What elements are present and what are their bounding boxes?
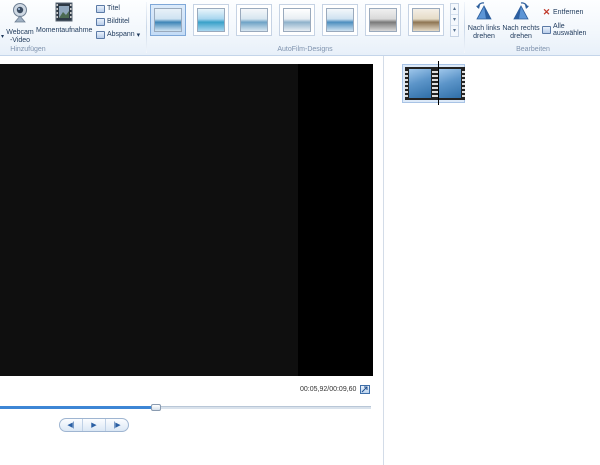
- theme-thumbnail-1[interactable]: [150, 4, 186, 36]
- credits-label: Abspann: [107, 31, 135, 38]
- theme-thumbnail-7[interactable]: [408, 4, 444, 36]
- previous-frame-button[interactable]: ◀|: [60, 419, 83, 431]
- group-separator: [464, 2, 465, 53]
- remove-button[interactable]: ✕ Entfernen: [542, 7, 584, 18]
- clip-frame: [435, 67, 465, 100]
- webcam-video-button[interactable]: Webcam -Video: [4, 2, 36, 45]
- preview-frame: [0, 64, 298, 376]
- storyboard-pane[interactable]: [384, 57, 600, 465]
- theme-thumbnail-5[interactable]: [322, 4, 358, 36]
- gallery-more[interactable]: ▾: [451, 26, 458, 37]
- webcam-dropdown-arrow[interactable]: ▾: [1, 33, 4, 40]
- rotate-right-label-2: drehen: [510, 33, 532, 40]
- select-all-label: Alle auswählen: [552, 22, 587, 37]
- video-clip[interactable]: [402, 64, 465, 103]
- group-label-add: Hinzufügen: [10, 46, 46, 53]
- title-icon: [96, 4, 105, 13]
- theme-thumbnail-3[interactable]: [236, 4, 272, 36]
- preview-monitor[interactable]: [0, 64, 373, 376]
- seek-bar[interactable]: [0, 404, 371, 411]
- credits-dropdown-arrow[interactable]: ▾: [137, 31, 141, 39]
- clip-frame: [405, 67, 435, 100]
- play-button[interactable]: ▶: [83, 419, 106, 431]
- theme-preview-image: [240, 8, 268, 32]
- rotate-right-icon: [513, 2, 529, 20]
- seek-progress: [0, 406, 156, 409]
- title-button[interactable]: Titel: [96, 3, 120, 14]
- time-display: 00:05,92/00:09,60: [300, 386, 357, 393]
- caption-button[interactable]: Bildtitel: [96, 16, 130, 27]
- rotate-right-button[interactable]: Nach rechts drehen: [502, 2, 540, 41]
- group-label-edit: Bearbeiten: [516, 46, 550, 53]
- webcam-icon: [13, 3, 27, 23]
- fullscreen-icon: [361, 386, 368, 393]
- title-label: Titel: [107, 5, 120, 12]
- remove-label: Entfernen: [553, 9, 584, 16]
- gallery-scrollbar[interactable]: ▴ ▾ ▾: [450, 3, 459, 37]
- group-label-themes: AutoFilm-Designs: [277, 46, 333, 53]
- theme-preview-image: [412, 8, 440, 32]
- webcam-label-1: Webcam: [6, 29, 34, 36]
- theme-thumbnail-2[interactable]: [193, 4, 229, 36]
- theme-preview-image: [283, 8, 311, 32]
- playback-controls: ◀| ▶ |▶: [59, 418, 129, 432]
- snapshot-label: Momentaufnahme: [36, 27, 93, 34]
- caption-label: Bildtitel: [107, 18, 130, 25]
- webcam-label-2: -Video: [9, 37, 31, 44]
- credits-icon: [96, 30, 105, 39]
- credits-button[interactable]: Abspann ▾: [96, 29, 140, 40]
- snapshot-button[interactable]: Momentaufnahme: [36, 2, 92, 35]
- rotate-left-icon: [476, 2, 492, 20]
- theme-preview-image: [197, 8, 225, 32]
- rotate-left-label-2: drehen: [473, 33, 495, 40]
- theme-preview-image: [154, 8, 182, 32]
- select-all-icon: [542, 25, 551, 34]
- snapshot-icon: [55, 2, 73, 22]
- theme-gallery: [150, 3, 450, 39]
- fullscreen-button[interactable]: [360, 385, 370, 394]
- remove-icon: ✕: [542, 7, 551, 17]
- ribbon: Webcam -Video ▾ Momentaufnahme Titel Bil…: [0, 0, 600, 56]
- theme-preview-image: [369, 8, 397, 32]
- theme-thumbnail-4[interactable]: [279, 4, 315, 36]
- gallery-scroll-down[interactable]: ▾: [451, 15, 458, 26]
- storyboard-playhead[interactable]: [438, 61, 439, 105]
- rotate-left-label-1: Nach links: [467, 25, 501, 32]
- rotate-left-button[interactable]: Nach links drehen: [466, 2, 502, 41]
- caption-icon: [96, 17, 105, 26]
- theme-preview-image: [326, 8, 354, 32]
- next-frame-button[interactable]: |▶: [106, 419, 128, 431]
- seek-handle[interactable]: [150, 404, 161, 411]
- theme-thumbnail-6[interactable]: [365, 4, 401, 36]
- rotate-right-label-1: Nach rechts: [502, 25, 540, 32]
- gallery-scroll-up[interactable]: ▴: [451, 4, 458, 15]
- group-separator: [146, 2, 147, 53]
- select-all-button[interactable]: Alle auswählen: [542, 22, 600, 37]
